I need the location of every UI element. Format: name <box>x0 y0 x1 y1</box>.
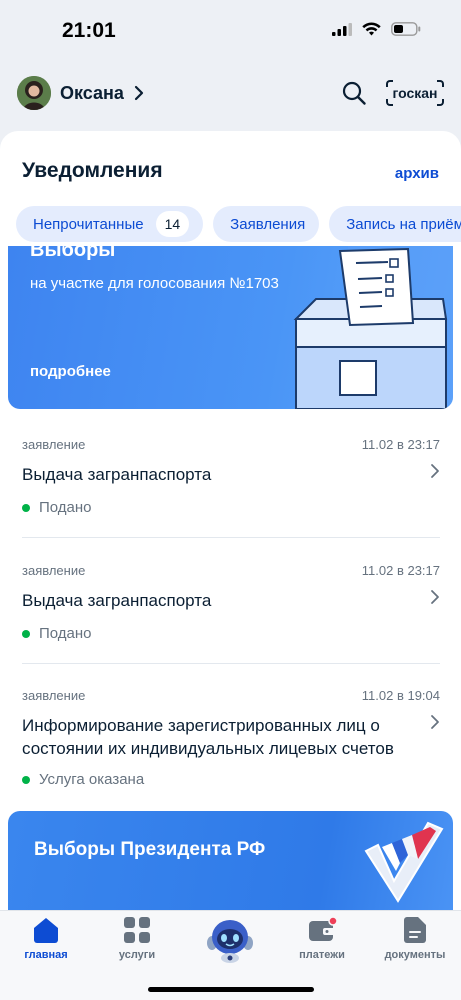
cellular-signal-icon <box>332 22 352 36</box>
archive-link[interactable]: архив <box>395 165 439 182</box>
promo-more-link[interactable]: подробнее <box>30 363 111 380</box>
filter-applications-label: Заявления <box>230 215 306 233</box>
goskan-label: госкан <box>392 85 438 101</box>
robot-assistant-icon <box>207 920 253 963</box>
chevron-right-icon <box>431 715 439 729</box>
chevron-right-icon[interactable] <box>133 84 145 102</box>
notification-type: заявление <box>22 563 86 578</box>
services-grid-icon <box>124 917 150 943</box>
notification-status: Подано <box>39 499 92 516</box>
filter-appointments-chip[interactable]: Запись на приём <box>329 206 461 242</box>
notification-type: заявление <box>22 437 86 452</box>
nav-label-services: услуги <box>118 949 156 961</box>
nav-label-home: главная <box>24 949 68 961</box>
goskan-button[interactable]: госкан <box>386 80 444 106</box>
notification-date: 11.02 в 23:17 <box>361 437 440 452</box>
wallet-icon <box>309 917 337 941</box>
divider <box>22 537 440 538</box>
notification-item[interactable]: заявление 11.02 в 19:04 Информирование з… <box>22 688 440 792</box>
notification-status: Подано <box>39 625 92 642</box>
chevron-right-icon <box>431 590 439 604</box>
user-name[interactable]: Оксана <box>60 83 124 104</box>
filter-unread-chip[interactable]: Непрочитанные 14 <box>16 206 204 242</box>
notification-date: 11.02 в 23:17 <box>361 563 440 578</box>
status-badge: Подано <box>22 625 92 642</box>
filter-chips: Непрочитанные 14 Заявления Запись на при… <box>16 206 461 242</box>
unread-count-badge: 14 <box>155 211 190 237</box>
nav-item-documents[interactable]: документы <box>375 917 455 961</box>
status-dot-icon <box>22 629 30 638</box>
notification-title: Информирование зарегистрированных лиц о … <box>22 716 394 758</box>
notification-title: Выдача загранпаспорта <box>22 465 212 484</box>
election-checkmark-logo-icon <box>364 821 444 903</box>
notification-date: 11.02 в 19:04 <box>361 688 440 703</box>
divider <box>22 663 440 664</box>
scan-frame-icon <box>386 80 393 87</box>
presidential-election-banner[interactable]: Выборы Президента РФ <box>8 811 453 921</box>
notification-item[interactable]: заявление 11.02 в 23:17 Выдача загранпас… <box>22 563 440 643</box>
status-badge: Услуга оказана <box>22 771 144 788</box>
nav-item-payments[interactable]: платежи <box>282 917 362 961</box>
wifi-icon <box>362 22 381 36</box>
notifications-sheet: Уведомления архив Выборы на участке для … <box>0 131 461 921</box>
filter-appointments-label: Запись на приём <box>346 215 461 233</box>
status-dot-icon <box>22 503 30 512</box>
status-icons <box>332 22 421 36</box>
document-icon <box>404 917 426 943</box>
search-icon[interactable] <box>341 80 367 106</box>
page-title: Уведомления <box>22 159 163 182</box>
avatar[interactable] <box>17 76 51 110</box>
notification-status: Услуга оказана <box>39 771 145 788</box>
ballot-box-icon <box>293 241 453 409</box>
nav-item-assistant[interactable] <box>190 915 270 963</box>
filter-unread-label: Непрочитанные <box>33 215 144 233</box>
nav-label-payments: платежи <box>299 949 345 961</box>
notification-dot-icon <box>328 917 337 926</box>
status-bar: 21:01 <box>0 0 461 62</box>
banner-title: Выборы Президента РФ <box>34 839 266 860</box>
status-dot-icon <box>22 775 30 784</box>
status-time: 21:01 <box>62 19 116 42</box>
home-icon <box>34 918 58 943</box>
home-indicator[interactable] <box>148 987 314 992</box>
nav-label-documents: документы <box>384 949 446 961</box>
notification-item[interactable]: заявление 11.02 в 23:17 Выдача загранпас… <box>22 437 440 517</box>
app-header: Оксана госкан <box>0 70 461 116</box>
elections-promo-card[interactable]: Выборы на участке для голосования №1703 … <box>8 241 453 409</box>
status-badge: Подано <box>22 499 92 516</box>
filter-applications-chip[interactable]: Заявления <box>213 206 320 242</box>
promo-subtitle: на участке для голосования №1703 <box>30 275 279 292</box>
notification-title: Выдача загранпаспорта <box>22 591 212 610</box>
chevron-right-icon <box>431 464 439 478</box>
battery-icon <box>391 22 421 36</box>
notification-type: заявление <box>22 688 86 703</box>
nav-item-services[interactable]: услуги <box>97 917 177 961</box>
nav-item-home[interactable]: главная <box>6 917 86 961</box>
